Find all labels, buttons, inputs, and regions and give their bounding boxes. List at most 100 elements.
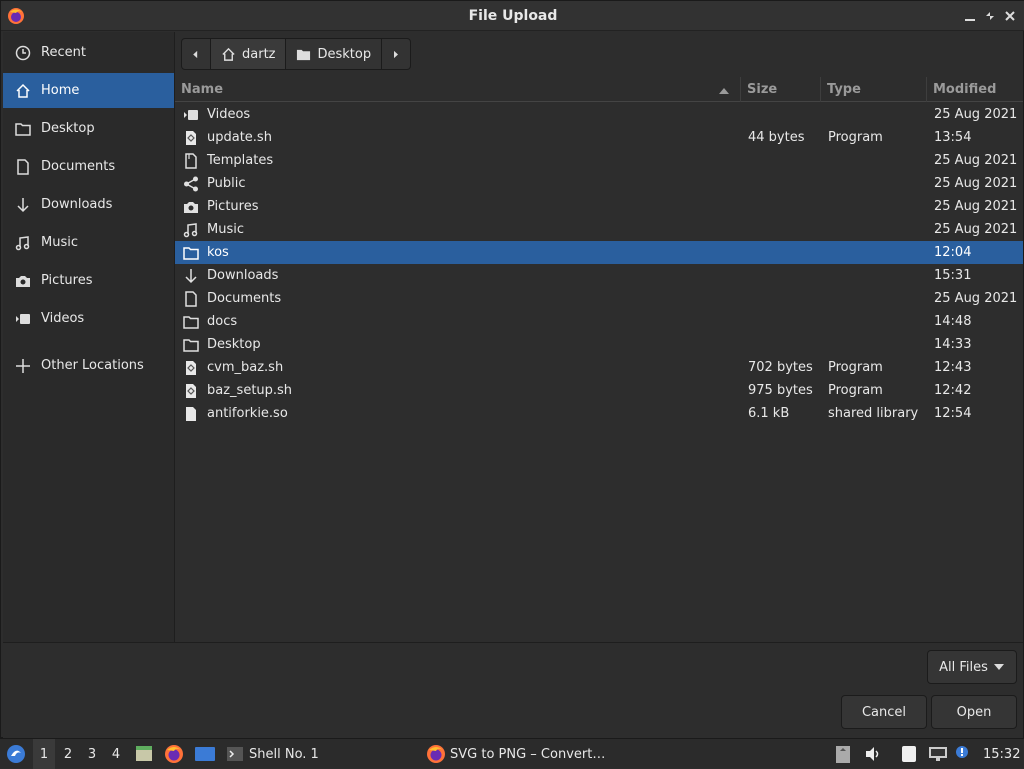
file-row[interactable]: Templates 25 Aug 2021 xyxy=(175,149,1023,172)
path-bar: dartz Desktop xyxy=(181,38,412,70)
tray-volume[interactable] xyxy=(864,739,882,769)
column-name[interactable]: Name xyxy=(175,77,740,102)
sidebar-item-recent[interactable]: Recent xyxy=(3,35,174,70)
file-row[interactable]: update.sh 44 bytes Program 13:54 xyxy=(175,126,1023,149)
sidebar-item-documents[interactable]: Documents xyxy=(3,149,174,184)
chevron-left-icon xyxy=(193,50,198,58)
close-icon[interactable] xyxy=(1003,9,1017,23)
file-type: shared library xyxy=(828,406,919,421)
sidebar-item-home[interactable]: Home xyxy=(3,73,174,108)
tray-network[interactable] xyxy=(928,739,948,769)
video-icon xyxy=(16,313,30,324)
path-crumb-label: dartz xyxy=(242,46,276,62)
file-manager-launcher[interactable] xyxy=(134,739,154,769)
file-name: docs xyxy=(207,314,238,329)
music-icon xyxy=(15,235,30,250)
script-icon xyxy=(186,361,196,375)
path-crumb-home[interactable]: dartz xyxy=(211,39,287,69)
sidebar-item-desktop[interactable]: Desktop xyxy=(3,111,174,146)
sidebar-item-videos[interactable]: Videos xyxy=(3,301,174,336)
file-row[interactable]: antiforkie.so 6.1 kB shared library 12:54 xyxy=(175,402,1023,425)
file-size: 975 bytes xyxy=(748,383,813,398)
update-notification-icon xyxy=(956,746,968,758)
template-icon xyxy=(185,153,197,169)
sidebar-item-label: Desktop xyxy=(41,121,95,136)
file-name: Music xyxy=(207,222,244,237)
sidebar-item-label: Videos xyxy=(41,311,85,326)
tray-clipboard[interactable] xyxy=(835,739,851,769)
volume-icon xyxy=(866,747,879,761)
desktop-launcher[interactable] xyxy=(193,739,215,769)
sidebar-item-label: Music xyxy=(41,235,78,250)
column-size[interactable]: Size xyxy=(740,77,820,102)
sidebar-item-label: Pictures xyxy=(41,273,93,288)
folder-icon xyxy=(297,49,311,60)
chevron-down-icon xyxy=(993,664,1004,670)
workspace-4-button[interactable]: 4 xyxy=(105,739,127,769)
sidebar-item-other-locations[interactable]: Other Locations xyxy=(3,348,174,383)
sidebar-item-music[interactable]: Music xyxy=(3,225,174,260)
column-modified[interactable]: Modified xyxy=(926,77,1023,102)
task-shell[interactable]: Shell No. 1 xyxy=(226,739,327,769)
file-size: 6.1 kB xyxy=(748,406,790,421)
camera-icon xyxy=(16,275,30,287)
file-list[interactable]: Name Size Type Modified Videos 25 Aug 202… xyxy=(175,77,1023,642)
document-icon xyxy=(17,158,29,175)
file-modified: 25 Aug 2021 xyxy=(934,199,1018,214)
workspace-label: 1 xyxy=(39,746,49,762)
firefox-launcher[interactable] xyxy=(164,739,184,769)
column-type[interactable]: Type xyxy=(820,77,926,102)
script-icon xyxy=(186,131,196,145)
path-forward-button[interactable] xyxy=(382,39,410,69)
title-bar[interactable]: File Upload xyxy=(1,1,1024,31)
firefox-icon xyxy=(427,745,445,763)
path-crumb-desktop[interactable]: Desktop xyxy=(286,39,383,69)
file-row[interactable]: cvm_baz.sh 702 bytes Program 12:43 xyxy=(175,356,1023,379)
file-row[interactable]: Pictures 25 Aug 2021 xyxy=(175,195,1023,218)
file-row[interactable]: Music 25 Aug 2021 xyxy=(175,218,1023,241)
sidebar-item-label: Recent xyxy=(41,45,86,60)
workspace-3-button[interactable]: 3 xyxy=(81,739,103,769)
file-modified: 25 Aug 2021 xyxy=(934,222,1018,237)
download-icon xyxy=(17,197,29,212)
script-icon xyxy=(186,384,196,398)
file-row[interactable]: Public 25 Aug 2021 xyxy=(175,172,1023,195)
maximize-icon[interactable] xyxy=(983,9,997,23)
file-upload-dialog: File Upload Recent Home Desktop Document… xyxy=(0,0,1024,738)
minimize-icon[interactable] xyxy=(963,9,977,23)
workspace-2-button[interactable]: 2 xyxy=(57,739,79,769)
file-row[interactable]: kos 12:04 xyxy=(175,241,1023,264)
file-name: Desktop xyxy=(207,337,261,352)
start-menu-button[interactable] xyxy=(4,739,28,769)
column-type-label: Type xyxy=(827,82,861,97)
task-firefox[interactable]: SVG to PNG – Convert… xyxy=(426,739,605,769)
cancel-button[interactable]: Cancel xyxy=(841,695,927,729)
taskbar: 1 2 3 4 Shell No. 1 SVG to PNG – Convert… xyxy=(0,738,1024,769)
file-modified: 12:04 xyxy=(934,245,972,260)
file-row[interactable]: Videos 25 Aug 2021 xyxy=(175,103,1023,126)
sidebar-item-pictures[interactable]: Pictures xyxy=(3,263,174,298)
folder-icon xyxy=(183,247,199,260)
file-name: Public xyxy=(207,176,246,191)
clock[interactable]: 15:32 xyxy=(983,739,1020,769)
file-modified: 13:54 xyxy=(934,130,972,145)
file-row[interactable]: Downloads 15:31 xyxy=(175,264,1023,287)
tray-notes[interactable] xyxy=(900,739,918,769)
terminal-icon xyxy=(227,747,243,761)
file-row[interactable]: Documents 25 Aug 2021 xyxy=(175,287,1023,310)
path-back-button[interactable] xyxy=(182,39,211,69)
sort-ascending-icon xyxy=(719,88,729,94)
file-name: antiforkie.so xyxy=(207,406,288,421)
column-header: Name Size Type Modified xyxy=(175,77,1023,102)
open-label: Open xyxy=(956,704,992,720)
open-button[interactable]: Open xyxy=(931,695,1017,729)
sidebar-item-downloads[interactable]: Downloads xyxy=(3,187,174,222)
file-row[interactable]: baz_setup.sh 975 bytes Program 12:42 xyxy=(175,379,1023,402)
tray-updates[interactable] xyxy=(954,739,972,769)
file-name: Templates xyxy=(207,153,274,168)
clock-icon xyxy=(15,45,31,60)
file-type-filter-dropdown[interactable]: All Files xyxy=(927,650,1017,684)
file-row[interactable]: Desktop 14:33 xyxy=(175,333,1023,356)
workspace-1-button[interactable]: 1 xyxy=(33,739,55,769)
file-row[interactable]: docs 14:48 xyxy=(175,310,1023,333)
